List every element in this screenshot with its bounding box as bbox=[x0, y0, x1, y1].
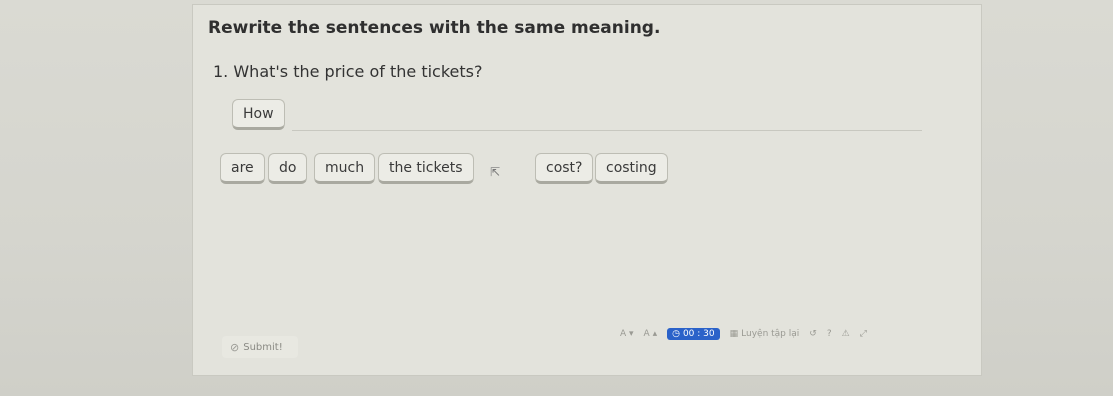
timer-badge: ◷ 00 : 30 bbox=[667, 328, 720, 340]
answer-chip-how[interactable]: How bbox=[232, 99, 285, 130]
screen: Rewrite the sentences with the same mean… bbox=[0, 0, 1113, 396]
submit-label: Submit! bbox=[243, 341, 283, 353]
practice-again-label: Luyện tập lại bbox=[741, 329, 800, 339]
word-chip-costing[interactable]: costing bbox=[595, 153, 668, 184]
instruction-text: Rewrite the sentences with the same mean… bbox=[208, 18, 661, 38]
clock-icon: ◷ bbox=[672, 329, 680, 339]
check-circle-icon: ⊘ bbox=[230, 340, 240, 354]
word-chip-much[interactable]: much bbox=[314, 153, 376, 184]
expand-icon[interactable]: ⤢ bbox=[860, 329, 867, 339]
word-chip-the-tickets[interactable]: the tickets bbox=[378, 153, 474, 184]
calendar-icon: ▦ bbox=[729, 329, 739, 339]
footer-toolbar: A ▾ A ▴ ◷ 00 : 30 ▦ Luyện tập lại ↺ ? ⚠ … bbox=[620, 325, 867, 343]
mouse-cursor-icon: ⇱ bbox=[490, 165, 501, 179]
undo-icon[interactable]: ↺ bbox=[809, 329, 817, 339]
timer-value: 00 : 30 bbox=[682, 329, 715, 339]
practice-again-button[interactable]: ▦ Luyện tập lại bbox=[730, 329, 800, 339]
word-chip-do[interactable]: do bbox=[268, 153, 308, 184]
font-increase-button[interactable]: A ▴ bbox=[644, 329, 658, 339]
font-decrease-button[interactable]: A ▾ bbox=[620, 329, 634, 339]
warning-icon[interactable]: ⚠ bbox=[842, 329, 850, 339]
question-text: 1. What's the price of the tickets? bbox=[213, 62, 483, 81]
exercise-card bbox=[192, 4, 982, 376]
help-icon[interactable]: ? bbox=[827, 329, 832, 339]
word-chip-are[interactable]: are bbox=[220, 153, 265, 184]
submit-button[interactable]: ⊘ Submit! bbox=[222, 336, 298, 358]
word-chip-cost[interactable]: cost? bbox=[535, 153, 594, 184]
answer-divider bbox=[292, 130, 922, 131]
